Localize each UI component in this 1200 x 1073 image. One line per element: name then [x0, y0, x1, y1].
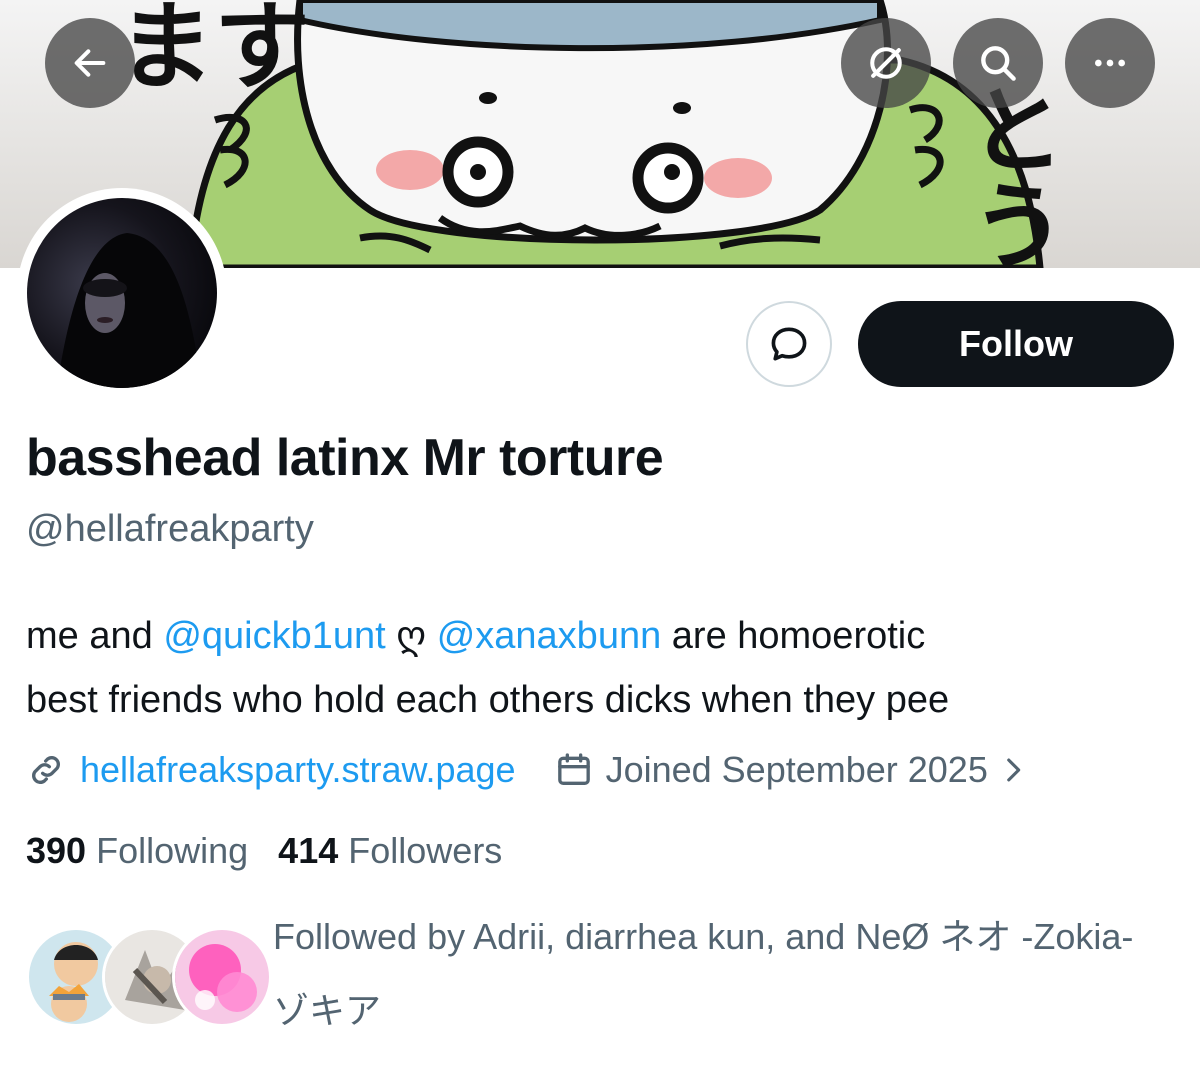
followed-by-text[interactable]: Followed by Adrii, diarrhea kun, and NeØ… — [273, 900, 1153, 1048]
followers-link[interactable]: 414 Followers — [278, 830, 502, 872]
bio-line-1: me and @quickb1unt ღ @xanaxbunn are homo… — [26, 604, 1176, 668]
bio-text: me and — [26, 615, 164, 657]
followers-label: Followers — [348, 830, 503, 871]
mutual-followers-avatars[interactable] — [26, 927, 272, 1027]
followers-count: 414 — [278, 830, 339, 871]
message-button[interactable] — [746, 301, 832, 387]
slash-circle-icon — [870, 47, 902, 79]
profile-meta: hellafreaksparty.straw.page Joined Septe… — [26, 740, 1030, 800]
profile-avatar[interactable] — [17, 188, 227, 398]
mention-link-quickb1unt[interactable]: @quickb1unt — [163, 615, 385, 657]
search-button[interactable] — [953, 18, 1043, 108]
joined-date[interactable]: Joined September 2025 — [606, 749, 988, 791]
grok-button[interactable] — [841, 18, 931, 108]
more-button[interactable] — [1065, 18, 1155, 108]
mention-link-xanaxbunn[interactable]: @xanaxbunn — [437, 615, 662, 657]
following-label: Following — [96, 830, 249, 871]
bio-line-2: best friends who hold each others dicks … — [26, 679, 950, 721]
banner-glyph-left: ます — [118, 0, 310, 103]
chevron-right-icon[interactable] — [996, 753, 1030, 787]
more-horizontal-icon — [1095, 59, 1125, 67]
back-button[interactable] — [45, 18, 135, 108]
display-name: basshead latinx Mr torture — [26, 429, 664, 487]
user-handle: @hellafreakparty — [26, 508, 314, 550]
link-icon — [32, 756, 60, 784]
avatar — [27, 198, 217, 388]
follow-button[interactable]: Follow — [858, 301, 1174, 387]
website-link[interactable]: hellafreaksparty.straw.page — [80, 749, 516, 791]
bio-heart: ღ — [385, 615, 437, 657]
follow-stats: 390 Following 414 Followers — [26, 826, 502, 876]
arrow-left-icon — [74, 49, 106, 77]
search-icon — [981, 46, 1016, 81]
following-link[interactable]: 390 Following — [26, 830, 248, 872]
following-count: 390 — [26, 830, 87, 871]
message-bubble-icon — [771, 327, 807, 361]
banner-glyph-right: とう — [954, 80, 1066, 268]
bio-text: are homoerotic — [661, 615, 926, 657]
calendar-icon — [557, 753, 590, 785]
profile-bio: me and @quickb1unt ღ @xanaxbunn are homo… — [26, 604, 1176, 732]
avatar — [172, 927, 272, 1027]
